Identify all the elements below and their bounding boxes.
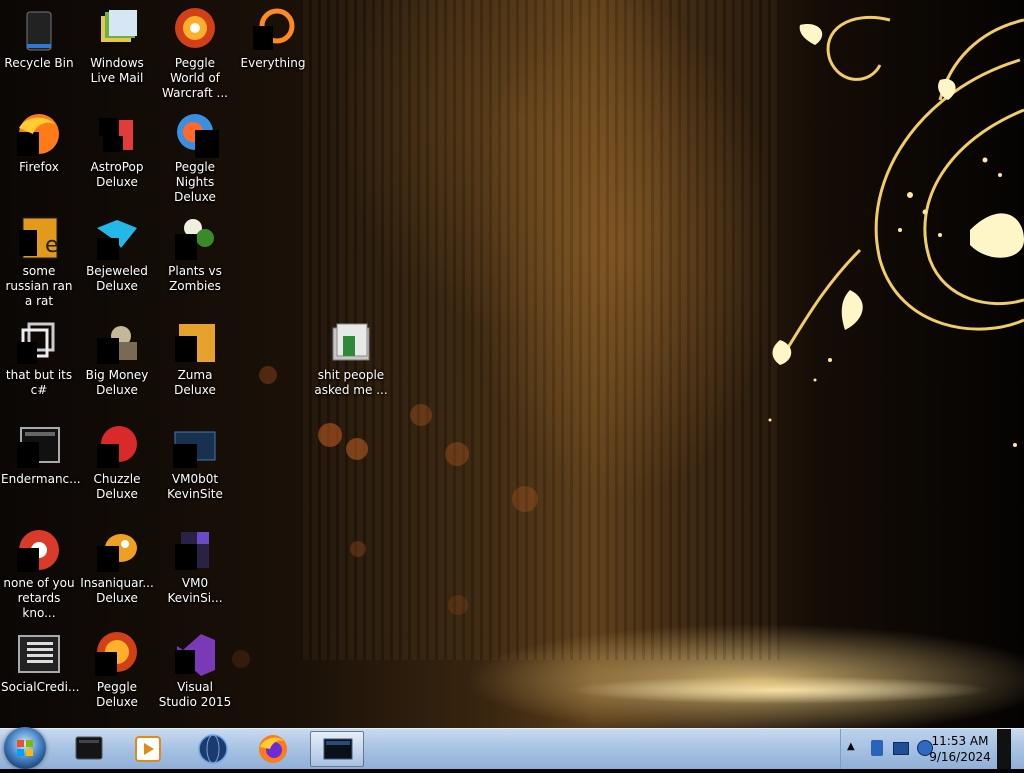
- folder-icon: [327, 318, 375, 366]
- desktop-icon-label: Peggle Nights Deluxe: [174, 160, 216, 204]
- taskbar-pinned-firefox[interactable]: [246, 731, 300, 767]
- desktop-icon[interactable]: AstroPop Deluxe: [78, 106, 156, 206]
- network-icon[interactable]: [893, 742, 909, 755]
- chuzzle-icon: [93, 422, 141, 470]
- desktop-icon[interactable]: Everything: [234, 2, 312, 102]
- recycle-bin-icon: [15, 6, 63, 54]
- desktop-icon-label: Recycle Bin: [4, 56, 74, 70]
- desktop-icon[interactable]: Recycle Bin: [0, 2, 78, 102]
- peggle-nights-icon: [171, 110, 219, 158]
- bejeweled-icon: [93, 214, 141, 262]
- network-drive-icon[interactable]: [871, 740, 883, 756]
- show-desktop-button[interactable]: [997, 729, 1011, 769]
- desktop-icon-label: Peggle Deluxe: [96, 680, 138, 709]
- desktop-icon-label: Peggle World of Warcraft ...: [162, 56, 228, 100]
- desktop-icon[interactable]: Peggle Deluxe: [78, 626, 156, 726]
- file-icon: [171, 526, 219, 574]
- document-window-icon: [15, 630, 63, 678]
- desktop-icon-label: none of you retards kno...: [3, 576, 75, 620]
- plants-vs-zombies-icon: [171, 214, 219, 262]
- desktop-icon-label: that but its c#: [5, 368, 73, 397]
- desktop-icon-label: Plants vs Zombies: [168, 264, 222, 293]
- desktop-icon[interactable]: SocialCredi...: [0, 626, 80, 726]
- astropop-icon: [93, 110, 141, 158]
- desktop-icon[interactable]: Chuzzle Deluxe: [78, 418, 156, 518]
- desktop-icon[interactable]: Zuma Deluxe: [156, 314, 234, 414]
- taskbar-clock[interactable]: 11:53 AM 9/16/2024: [923, 733, 997, 765]
- text-file-icon: e: [15, 214, 63, 262]
- globe-icon: [198, 734, 228, 764]
- desktop-icon[interactable]: shit people asked me ...: [312, 314, 390, 414]
- windows-logo-icon: [17, 740, 33, 756]
- big-money-icon: [93, 318, 141, 366]
- desktop-icon-label: Insaniquar... Deluxe: [80, 576, 154, 605]
- desktop-icon-label: SocialCredi...: [1, 680, 80, 694]
- desktop-icon[interactable]: VM0 KevinSi...: [156, 522, 234, 622]
- desktop-icon[interactable]: Visual Studio 2015: [156, 626, 234, 726]
- clock-date: 9/16/2024: [929, 750, 991, 764]
- taskbar-pinned-media-player[interactable]: [122, 731, 176, 767]
- desktop-icon-label: Firefox: [19, 160, 59, 174]
- desktop-icon[interactable]: VM0b0t KevinSite: [156, 418, 234, 518]
- svg-text:e: e: [45, 233, 59, 258]
- desktop-icon-label: Endermanc...: [1, 472, 81, 486]
- show-hidden-icons-arrow[interactable]: ▲: [847, 741, 855, 752]
- desktop-icon-label: some russian ran a rat: [5, 264, 73, 308]
- terminal-icon: [75, 736, 103, 760]
- app-window-icon: [15, 422, 63, 470]
- desktop-icon[interactable]: Windows Live Mail: [78, 2, 156, 102]
- desktop-icon-label: Chuzzle Deluxe: [93, 472, 141, 501]
- desktop-icon[interactable]: e some russian ran a rat: [0, 210, 78, 310]
- system-tray: ▲ 11:53 AM 9/16/2024: [840, 729, 1011, 769]
- copy-icon: [15, 318, 63, 366]
- desktop-icon[interactable]: Big Money Deluxe: [78, 314, 156, 414]
- taskbar-active-window[interactable]: [310, 731, 364, 767]
- peggle-icon: [171, 6, 219, 54]
- desktop-icon[interactable]: Peggle Nights Deluxe: [156, 106, 234, 206]
- taskbar-pinned-globe[interactable]: [186, 731, 240, 767]
- window-app-icon: [323, 738, 353, 760]
- desktop-icon-label: VM0 KevinSi...: [167, 576, 223, 605]
- taskbar-pinned-terminal[interactable]: [62, 731, 116, 767]
- desktop-icon-label: Windows Live Mail: [90, 56, 144, 85]
- desktop-icon[interactable]: Peggle World of Warcraft ...: [156, 2, 234, 102]
- firefox-icon: [259, 735, 287, 763]
- peggle-deluxe-icon: [93, 630, 141, 678]
- chrome-icon: [15, 526, 63, 574]
- media-player-icon: [135, 736, 161, 762]
- visual-studio-icon: [171, 630, 219, 678]
- desktop-icon-label: Bejeweled Deluxe: [86, 264, 148, 293]
- desktop-icon[interactable]: none of you retards kno...: [0, 522, 78, 622]
- desktop-icon-label: AstroPop Deluxe: [90, 160, 144, 189]
- desktop-icon-label: Visual Studio 2015: [158, 680, 232, 709]
- desktop-icon-label: Big Money Deluxe: [85, 368, 149, 397]
- desktop-icon[interactable]: Endermanc...: [0, 418, 81, 518]
- desktop-icon[interactable]: Insaniquar... Deluxe: [78, 522, 156, 622]
- desktop-icon-label: Everything: [240, 56, 306, 70]
- desktop-icon[interactable]: Firefox: [0, 106, 78, 206]
- zuma-icon: [171, 318, 219, 366]
- desktop-icon[interactable]: that but its c#: [0, 314, 78, 414]
- fish-icon: [93, 526, 141, 574]
- firefox-icon: [15, 110, 63, 158]
- search-everything-icon: [249, 6, 297, 54]
- vm-icon: [171, 422, 219, 470]
- desktop-icon-label: Zuma Deluxe: [174, 368, 216, 397]
- desktop-icon[interactable]: Plants vs Zombies: [156, 210, 234, 310]
- desktop-icon-label: shit people asked me ...: [314, 368, 388, 397]
- desktop-icon-grid: Recycle Bin Windows Live Mail Peggle World…: [0, 0, 1024, 728]
- start-button[interactable]: [4, 727, 46, 769]
- taskbar: ▲ 11:53 AM 9/16/2024: [0, 727, 1024, 769]
- mail-icon: [93, 6, 141, 54]
- desktop-icon-label: VM0b0t KevinSite: [167, 472, 223, 501]
- clock-time: 11:53 AM: [931, 734, 989, 748]
- desktop-icon[interactable]: Bejeweled Deluxe: [78, 210, 156, 310]
